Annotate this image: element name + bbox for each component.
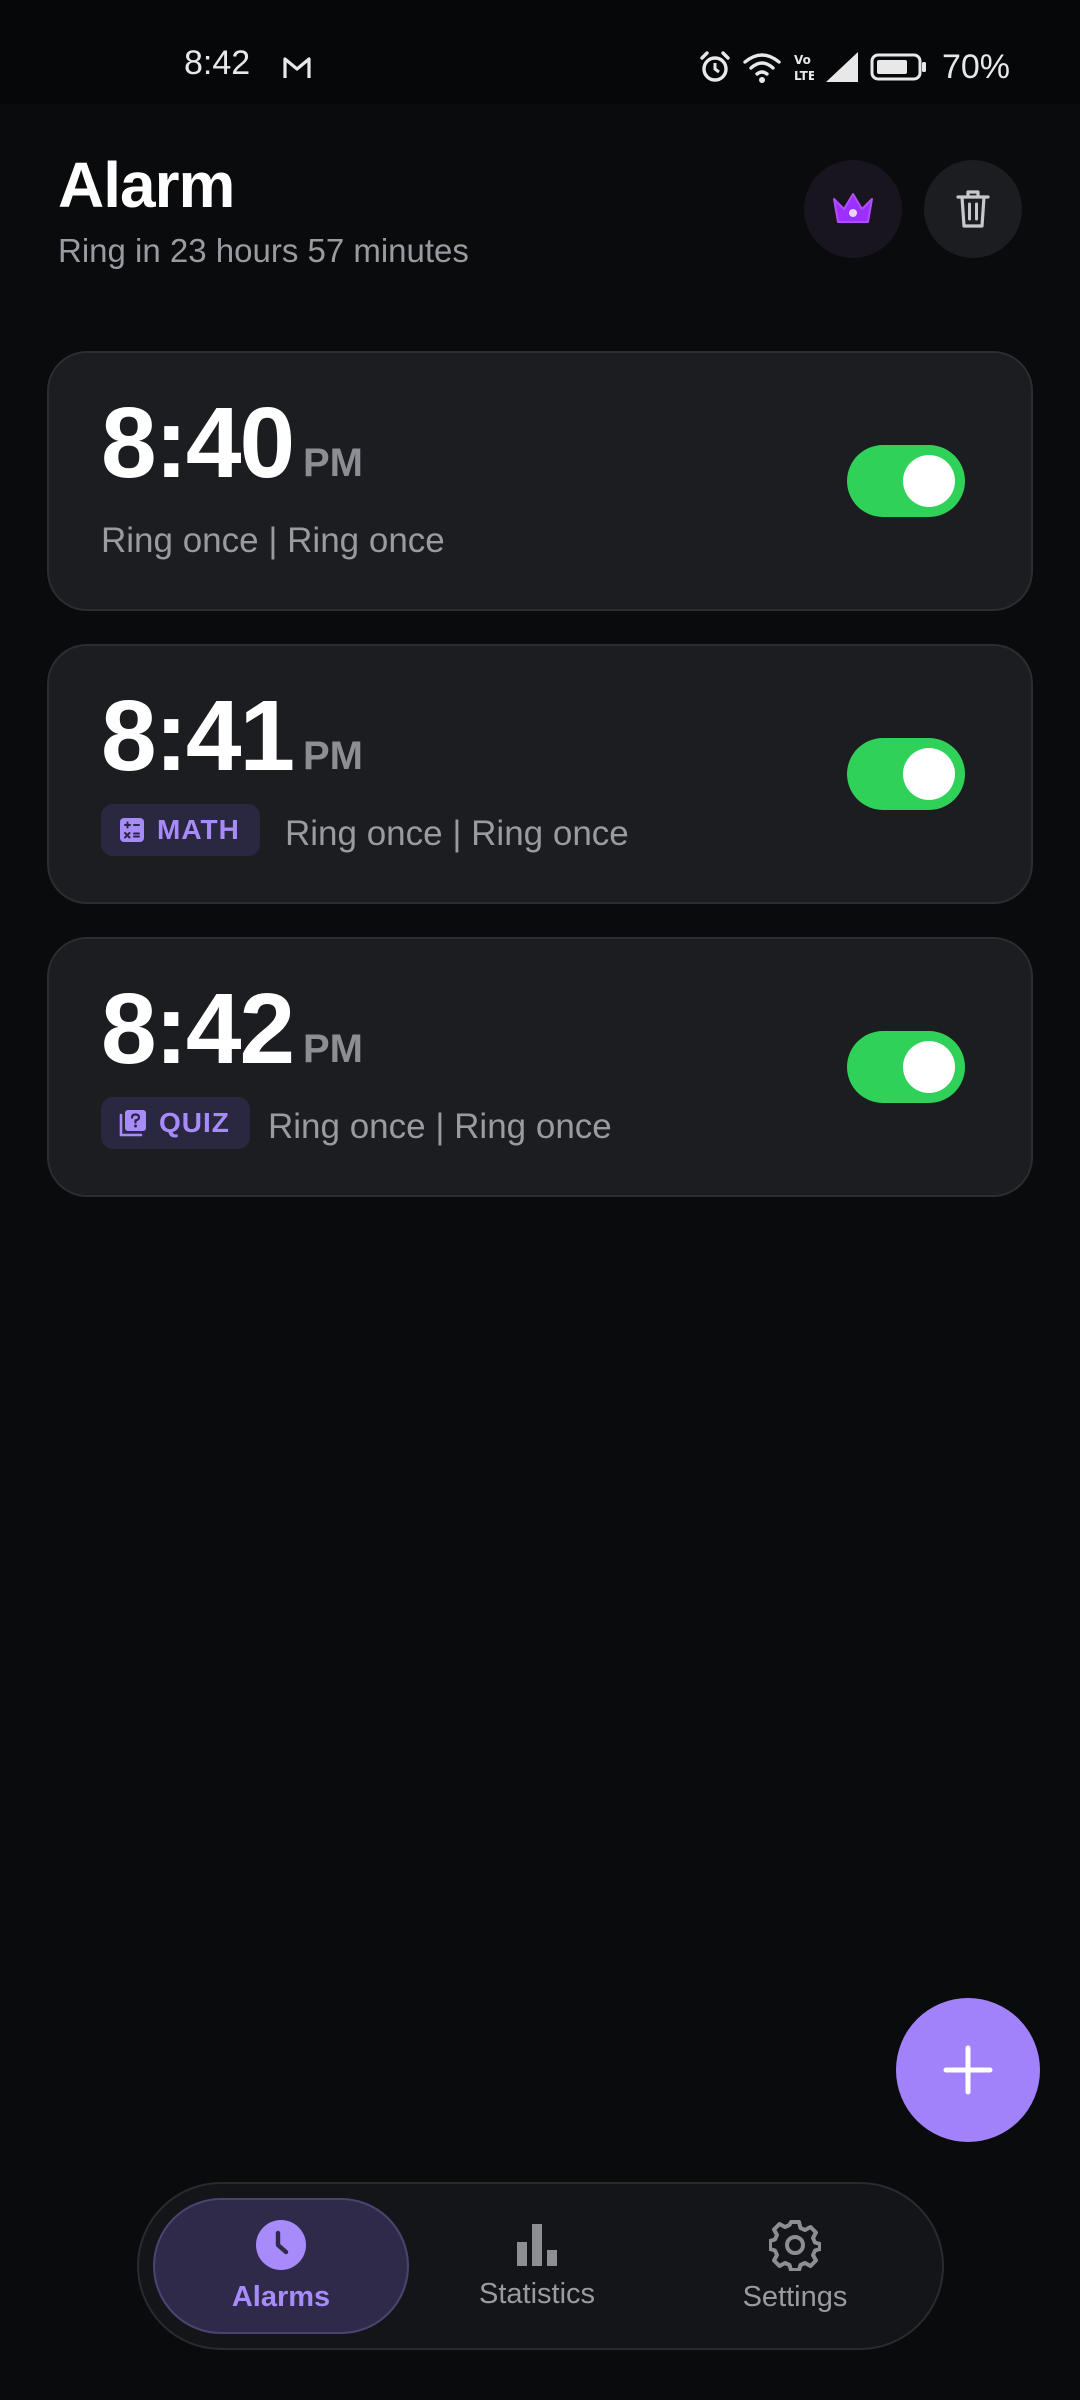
mission-badge-quiz: QUIZ	[101, 1097, 250, 1149]
next-alarm-countdown: Ring in 23 hours 57 minutes	[58, 232, 469, 269]
alarm-toggle[interactable]	[847, 738, 965, 810]
battery-percent: 70%	[941, 47, 1010, 86]
svg-text:Vo: Vo	[794, 53, 811, 67]
crown-icon	[833, 193, 873, 223]
add-alarm-button[interactable]	[896, 1998, 1040, 2142]
bar-chart-icon	[517, 2223, 557, 2266]
alarm-card[interactable]: 8:42 PM QUIZ Ring once | Ring once	[47, 937, 1033, 1197]
clock-icon	[256, 2219, 306, 2270]
toggle-knob	[903, 748, 955, 800]
toggle-knob	[903, 1041, 955, 1093]
toggle-knob	[903, 455, 955, 507]
nav-item-statistics[interactable]: Statistics	[409, 2198, 665, 2334]
nav-label: Statistics	[478, 2277, 596, 2310]
nav-label: Alarms	[231, 2280, 331, 2313]
alarm-toggle[interactable]	[847, 445, 965, 517]
mission-badge-math: MATH	[101, 804, 260, 856]
premium-button[interactable]	[804, 160, 902, 258]
nav-item-settings[interactable]: Settings	[667, 2198, 923, 2334]
alarm-status-icon	[700, 51, 730, 82]
nav-item-alarms[interactable]: Alarms	[153, 2198, 409, 2334]
mission-badge-label: MATH	[157, 814, 240, 845]
gear-icon	[769, 2219, 821, 2271]
alarm-card[interactable]: 8:40 PM Ring once | Ring once	[47, 351, 1033, 611]
trash-icon	[956, 190, 990, 228]
alarm-time: 8:42	[101, 973, 295, 1085]
alarm-repeat-label: Ring once | Ring once	[101, 521, 445, 560]
page-title: Alarm	[58, 149, 235, 221]
alarm-card[interactable]: 8:41 PM MATH Ring once | Ring once	[47, 644, 1033, 904]
mission-badge-label: QUIZ	[159, 1107, 230, 1138]
status-bar: 8:42 Vo LTE 70%	[0, 0, 1080, 104]
alarm-ampm: PM	[303, 441, 363, 485]
alarm-ampm: PM	[303, 1027, 363, 1071]
volte-icon: Vo LTE	[794, 53, 814, 83]
svg-text:LTE: LTE	[794, 69, 814, 83]
alarm-time: 8:41	[101, 680, 295, 792]
alarm-repeat-label: Ring once | Ring once	[268, 1107, 612, 1146]
status-icons: Vo LTE 70%	[698, 44, 1010, 90]
battery-icon	[870, 53, 926, 81]
quiz-icon	[119, 1110, 146, 1137]
alarm-ampm: PM	[303, 734, 363, 778]
alarm-repeat-label: Ring once | Ring once	[285, 814, 629, 853]
status-time: 8:42	[184, 44, 251, 82]
bottom-nav: Alarms Statistics Settings	[137, 2182, 944, 2350]
alarm-time: 8:40	[101, 387, 295, 499]
gmail-icon	[283, 57, 311, 78]
signal-icon	[825, 52, 858, 82]
nav-label: Settings	[742, 2280, 848, 2313]
alarm-toggle[interactable]	[847, 1031, 965, 1103]
plus-icon	[943, 2045, 993, 2095]
calculator-icon	[120, 818, 144, 842]
delete-button[interactable]	[924, 160, 1022, 258]
wifi-icon	[743, 53, 781, 83]
